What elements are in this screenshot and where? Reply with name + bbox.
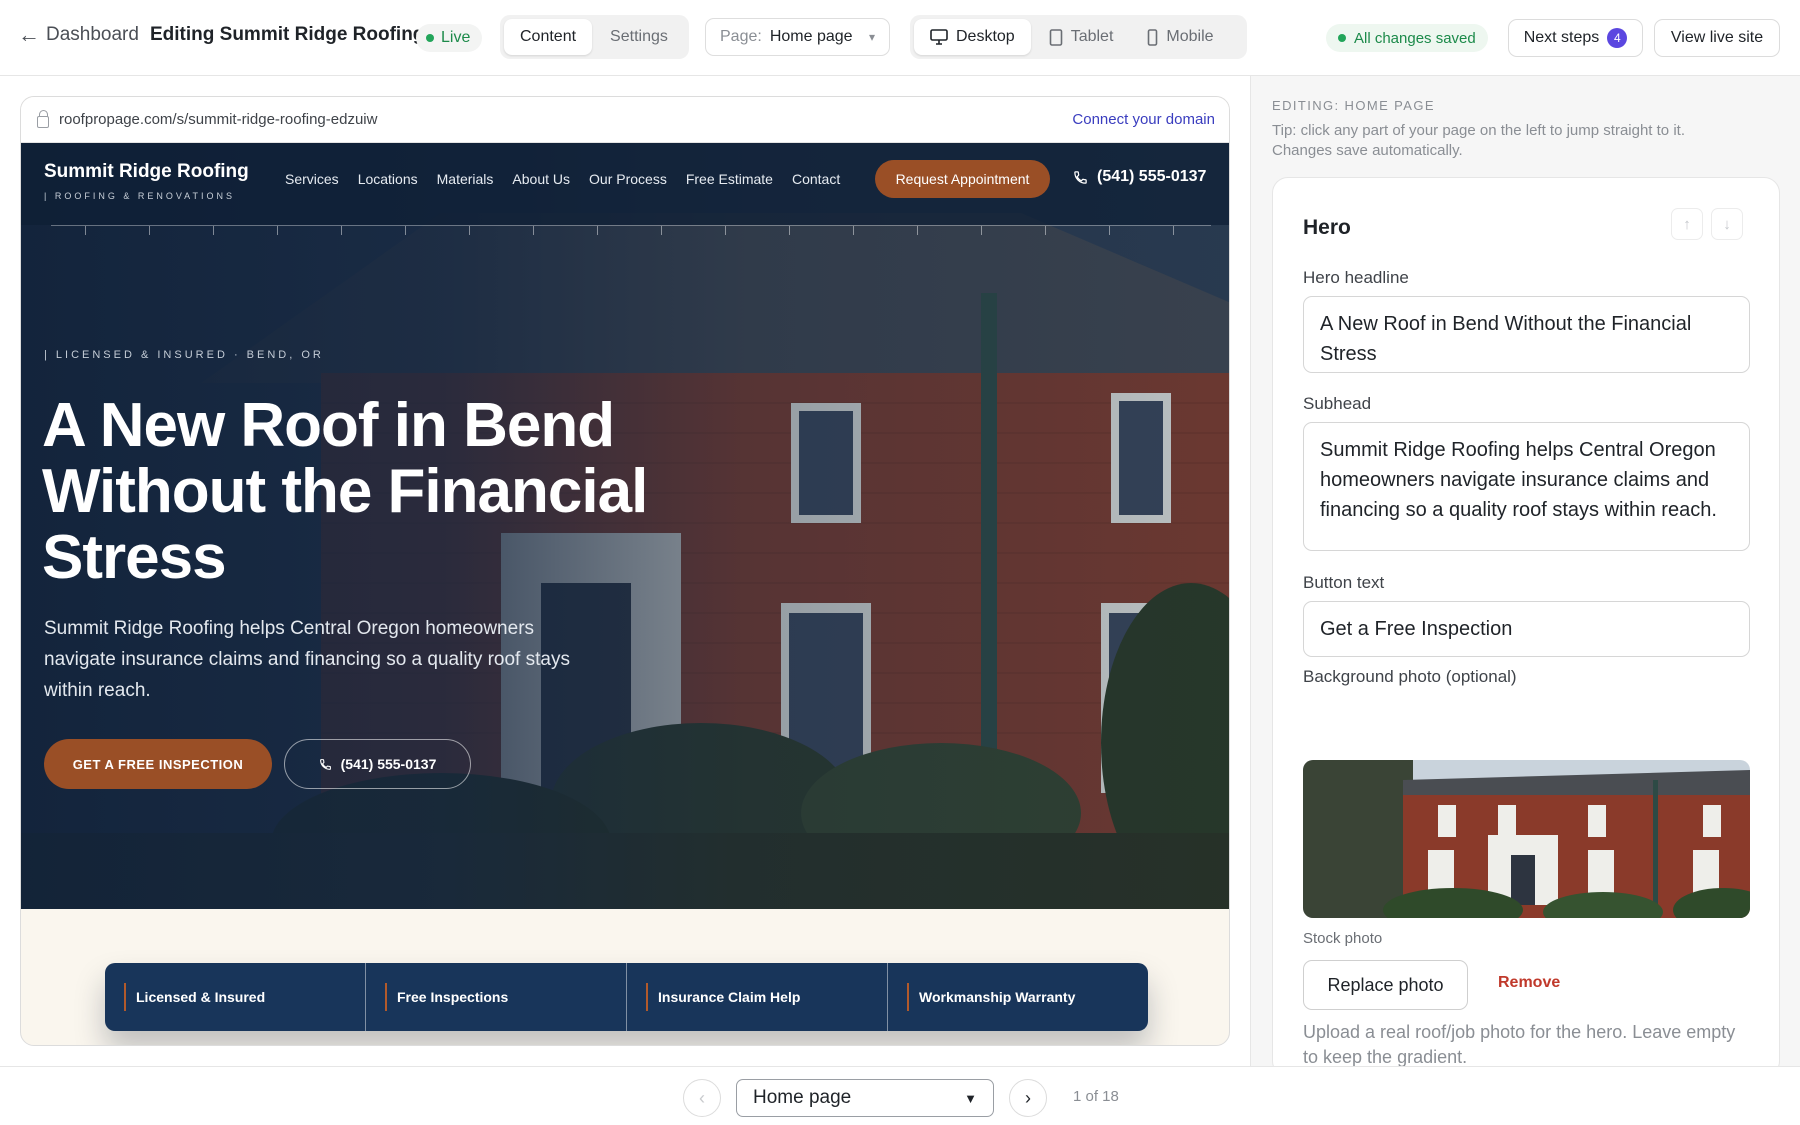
back-label: Dashboard <box>46 24 139 45</box>
site-nav-phone: (541) 555-0137 <box>1097 168 1207 185</box>
previous-page-button[interactable]: ‹ <box>683 1079 721 1117</box>
view-live-label: View live site <box>1670 29 1764 46</box>
replace-photo-button[interactable]: Replace photo <box>1303 960 1468 1010</box>
remove-photo-button[interactable]: Remove <box>1498 974 1560 992</box>
page-title: Editing Summit Ridge Roofing <box>150 24 425 45</box>
phone-handset-icon <box>1074 170 1087 184</box>
back-to-dashboard-link[interactable]: ← Dashboard <box>18 24 139 46</box>
background-photo-label: Background photo (optional) <box>1303 667 1517 686</box>
site-nav-estimate[interactable]: Free Estimate <box>686 171 773 187</box>
button-text-input[interactable]: Get a Free Inspection <box>1303 601 1750 657</box>
tab-mobile[interactable]: Mobile <box>1131 19 1229 55</box>
device-toggle: Desktop Tablet Mobile <box>910 15 1247 59</box>
page-count: 1 of 18 <box>1073 1088 1119 1105</box>
free-inspection-button[interactable]: GET A FREE INSPECTION <box>44 739 272 789</box>
saved-dot-icon <box>1338 34 1346 42</box>
hero-eyebrow: | LICENSED & INSURED · BEND, OR <box>44 349 324 361</box>
hero-subhead[interactable]: Summit Ridge Roofing helps Central Orego… <box>44 613 584 706</box>
move-down-button[interactable]: ↓ <box>1711 208 1743 240</box>
background-photo-thumbnail[interactable] <box>1303 760 1750 918</box>
lock-icon <box>37 109 49 128</box>
site-nav-phone-link[interactable]: (541) 555-0137 <box>1073 168 1206 186</box>
content-settings-toggle: Content Settings <box>500 15 689 59</box>
page-select-value: Home page <box>769 28 853 45</box>
arrow-left-icon: ← <box>18 22 40 47</box>
save-status-badge: All changes saved <box>1326 24 1488 52</box>
top-bar: ← Dashboard Editing Summit Ridge Roofing… <box>0 0 1800 76</box>
editor-tip: Tip: click any part of your page on the … <box>1272 122 1685 159</box>
chevron-down-icon: ▼ <box>964 1090 977 1106</box>
photo-caption: Stock photo <box>1303 930 1383 947</box>
trust-item-warranty: Workmanship Warranty <box>888 963 1148 1031</box>
photo-help-text: Upload a real roof/job photo for the her… <box>1303 1022 1736 1067</box>
site-nav-bar: Summit Ridge Roofing | ROOFING & RENOVAT… <box>21 143 1229 225</box>
tab-desktop-label: Desktop <box>956 28 1015 45</box>
saved-label: All changes saved <box>1354 29 1476 47</box>
site-nav-materials[interactable]: Materials <box>437 171 494 187</box>
arrow-down-icon: ↓ <box>1723 215 1731 233</box>
headline-field-label: Hero headline <box>1303 268 1409 287</box>
site-logo-name[interactable]: Summit Ridge Roofing <box>44 161 249 183</box>
live-status-badge: Live <box>416 24 483 52</box>
next-steps-count-badge: 4 <box>1607 28 1628 48</box>
tab-content-label: Content <box>520 28 577 45</box>
trust-item-licensed: Licensed & Insured <box>105 963 366 1031</box>
section-title: Hero <box>1303 216 1351 239</box>
subhead-textarea[interactable]: Summit Ridge Roofing helps Central Orego… <box>1303 422 1750 551</box>
site-preview-frame: roofpropage.com/s/summit-ridge-roofing-e… <box>20 96 1230 1046</box>
chevron-left-icon: ‹ <box>699 1087 705 1108</box>
preview-url-bar: roofpropage.com/s/summit-ridge-roofing-e… <box>21 97 1229 143</box>
bottom-page-select-value: Home page <box>753 1087 852 1108</box>
chevron-right-icon: › <box>1025 1087 1031 1108</box>
site-nav-contact[interactable]: Contact <box>792 171 840 187</box>
hero-phone-label: (541) 555-0137 <box>340 756 437 772</box>
tab-tablet[interactable]: Tablet <box>1033 19 1130 55</box>
connect-domain-link[interactable]: Connect your domain <box>1072 111 1215 128</box>
decorative-ruler <box>51 225 1211 235</box>
site-logo-tagline: | ROOFING & RENOVATIONS <box>44 191 236 201</box>
arrow-up-icon: ↑ <box>1683 215 1691 233</box>
chevron-down-icon: ▾ <box>868 30 875 44</box>
editing-page-label: EDITING: HOME PAGE <box>1272 98 1435 113</box>
trust-item-claims: Insurance Claim Help <box>627 963 888 1031</box>
tab-tablet-label: Tablet <box>1070 28 1114 45</box>
next-steps-button[interactable]: Next steps 4 <box>1508 19 1643 57</box>
page-select-dropdown[interactable]: Page: Home page ▾ <box>705 18 890 56</box>
request-appointment-button[interactable]: Request Appointment <box>875 160 1050 198</box>
page-select-prefix: Page: <box>720 28 762 45</box>
monitor-icon <box>930 29 948 45</box>
bottom-page-select[interactable]: Home page ▼ <box>736 1079 994 1117</box>
hero-phone-button[interactable]: (541) 555-0137 <box>284 739 471 789</box>
live-label: Live <box>441 29 471 46</box>
tablet-icon <box>1049 28 1063 46</box>
site-hero[interactable]: Summit Ridge Roofing | ROOFING & RENOVAT… <box>21 143 1229 909</box>
site-nav-process[interactable]: Our Process <box>589 171 667 187</box>
bottom-bar: ‹ Home page ▼ › 1 of 18 <box>0 1066 1800 1125</box>
hero-headline[interactable]: A New Roof in Bend Without the Financial… <box>42 393 682 591</box>
site-nav-services[interactable]: Services <box>285 171 339 187</box>
tab-settings[interactable]: Settings <box>594 19 684 55</box>
tab-mobile-label: Mobile <box>1166 28 1214 45</box>
next-page-button[interactable]: › <box>1009 1079 1047 1117</box>
subhead-field-label: Subhead <box>1303 394 1372 413</box>
editor-panel: EDITING: HOME PAGE Tip: click any part o… <box>1250 76 1800 1077</box>
tab-settings-label: Settings <box>610 28 668 45</box>
next-steps-label: Next steps <box>1523 29 1600 46</box>
preview-url: roofpropage.com/s/summit-ridge-roofing-e… <box>59 111 378 128</box>
trust-item-inspections: Free Inspections <box>366 963 627 1031</box>
site-nav-about[interactable]: About Us <box>512 171 570 187</box>
button-text-field-label: Button text <box>1303 573 1385 592</box>
view-live-site-button[interactable]: View live site <box>1654 19 1780 57</box>
live-dot-icon <box>426 34 434 42</box>
tab-content[interactable]: Content <box>504 19 593 55</box>
site-nav-locations[interactable]: Locations <box>358 171 418 187</box>
site-nav-links: Services Locations Materials About Us Ou… <box>285 171 840 187</box>
headline-input[interactable]: A New Roof in Bend Without the Financial… <box>1303 296 1750 373</box>
phone-icon <box>1148 28 1158 46</box>
tab-desktop[interactable]: Desktop <box>914 19 1031 55</box>
hero-section-card: Hero ↑ ↓ Hero headline A New Roof in Ben… <box>1272 177 1780 1077</box>
phone-handset-icon <box>319 758 331 770</box>
trust-bar: Licensed & Insured Free Inspections Insu… <box>105 963 1148 1031</box>
move-up-button[interactable]: ↑ <box>1671 208 1703 240</box>
